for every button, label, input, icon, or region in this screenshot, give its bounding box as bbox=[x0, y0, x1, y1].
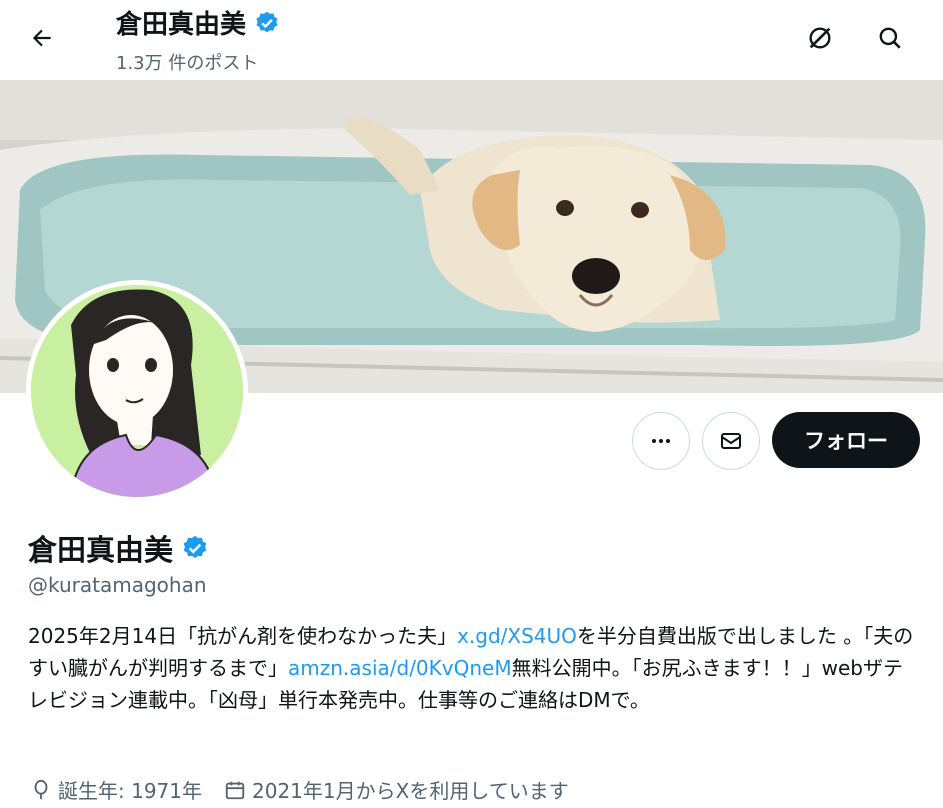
header-name-text: 倉田真由美 bbox=[116, 10, 247, 40]
message-button[interactable] bbox=[702, 412, 760, 470]
bio-link[interactable]: amzn.asia/d/0KvQneM bbox=[288, 656, 512, 680]
bio-link[interactable]: x.gd/XS4UO bbox=[457, 624, 577, 648]
avatar-illustration bbox=[31, 285, 243, 497]
follow-button[interactable]: フォロー bbox=[772, 412, 920, 468]
calendar-icon bbox=[225, 781, 245, 799]
grok-button[interactable] bbox=[800, 18, 840, 58]
birth-date: 誕生年: 1971年 bbox=[30, 775, 202, 804]
profile-display-name: 倉田真由美 bbox=[28, 527, 209, 569]
join-text: 2021年1月からXを利用しています bbox=[252, 779, 569, 803]
profile-name-text: 倉田真由美 bbox=[28, 533, 174, 567]
mail-icon bbox=[721, 433, 741, 449]
birth-text: 誕生年: 1971年 bbox=[58, 779, 202, 803]
more-options-button[interactable] bbox=[632, 412, 690, 470]
join-date: 2021年1月からXを利用しています bbox=[224, 775, 569, 804]
grok-icon bbox=[809, 27, 831, 49]
search-icon bbox=[879, 27, 901, 49]
profile-bio: 2025年2月14日「抗がん剤を使わなかった夫」x.gd/XS4UOを半分自費出… bbox=[28, 620, 918, 716]
search-button[interactable] bbox=[870, 18, 910, 58]
profile-meta: 誕生年: 1971年 2021年1月からXを利用しています bbox=[30, 775, 591, 804]
verified-badge-icon[interactable] bbox=[181, 534, 209, 562]
profile-handle: @kuratamagohan bbox=[28, 573, 207, 597]
back-button[interactable] bbox=[24, 20, 60, 56]
verified-badge-icon bbox=[256, 11, 278, 32]
profile-header-bar: 倉田真由美 1.3万 件のポスト bbox=[0, 0, 943, 80]
arrow-left-icon bbox=[32, 29, 51, 47]
more-dots-icon bbox=[652, 439, 670, 443]
balloon-icon bbox=[34, 779, 48, 799]
header-post-count: 1.3万 件のポスト bbox=[116, 53, 259, 74]
profile-avatar[interactable] bbox=[26, 280, 248, 502]
header-display-name: 倉田真由美 bbox=[116, 4, 280, 41]
bio-text: 2025年2月14日「抗がん剤を使わなかった夫」 bbox=[28, 624, 458, 648]
